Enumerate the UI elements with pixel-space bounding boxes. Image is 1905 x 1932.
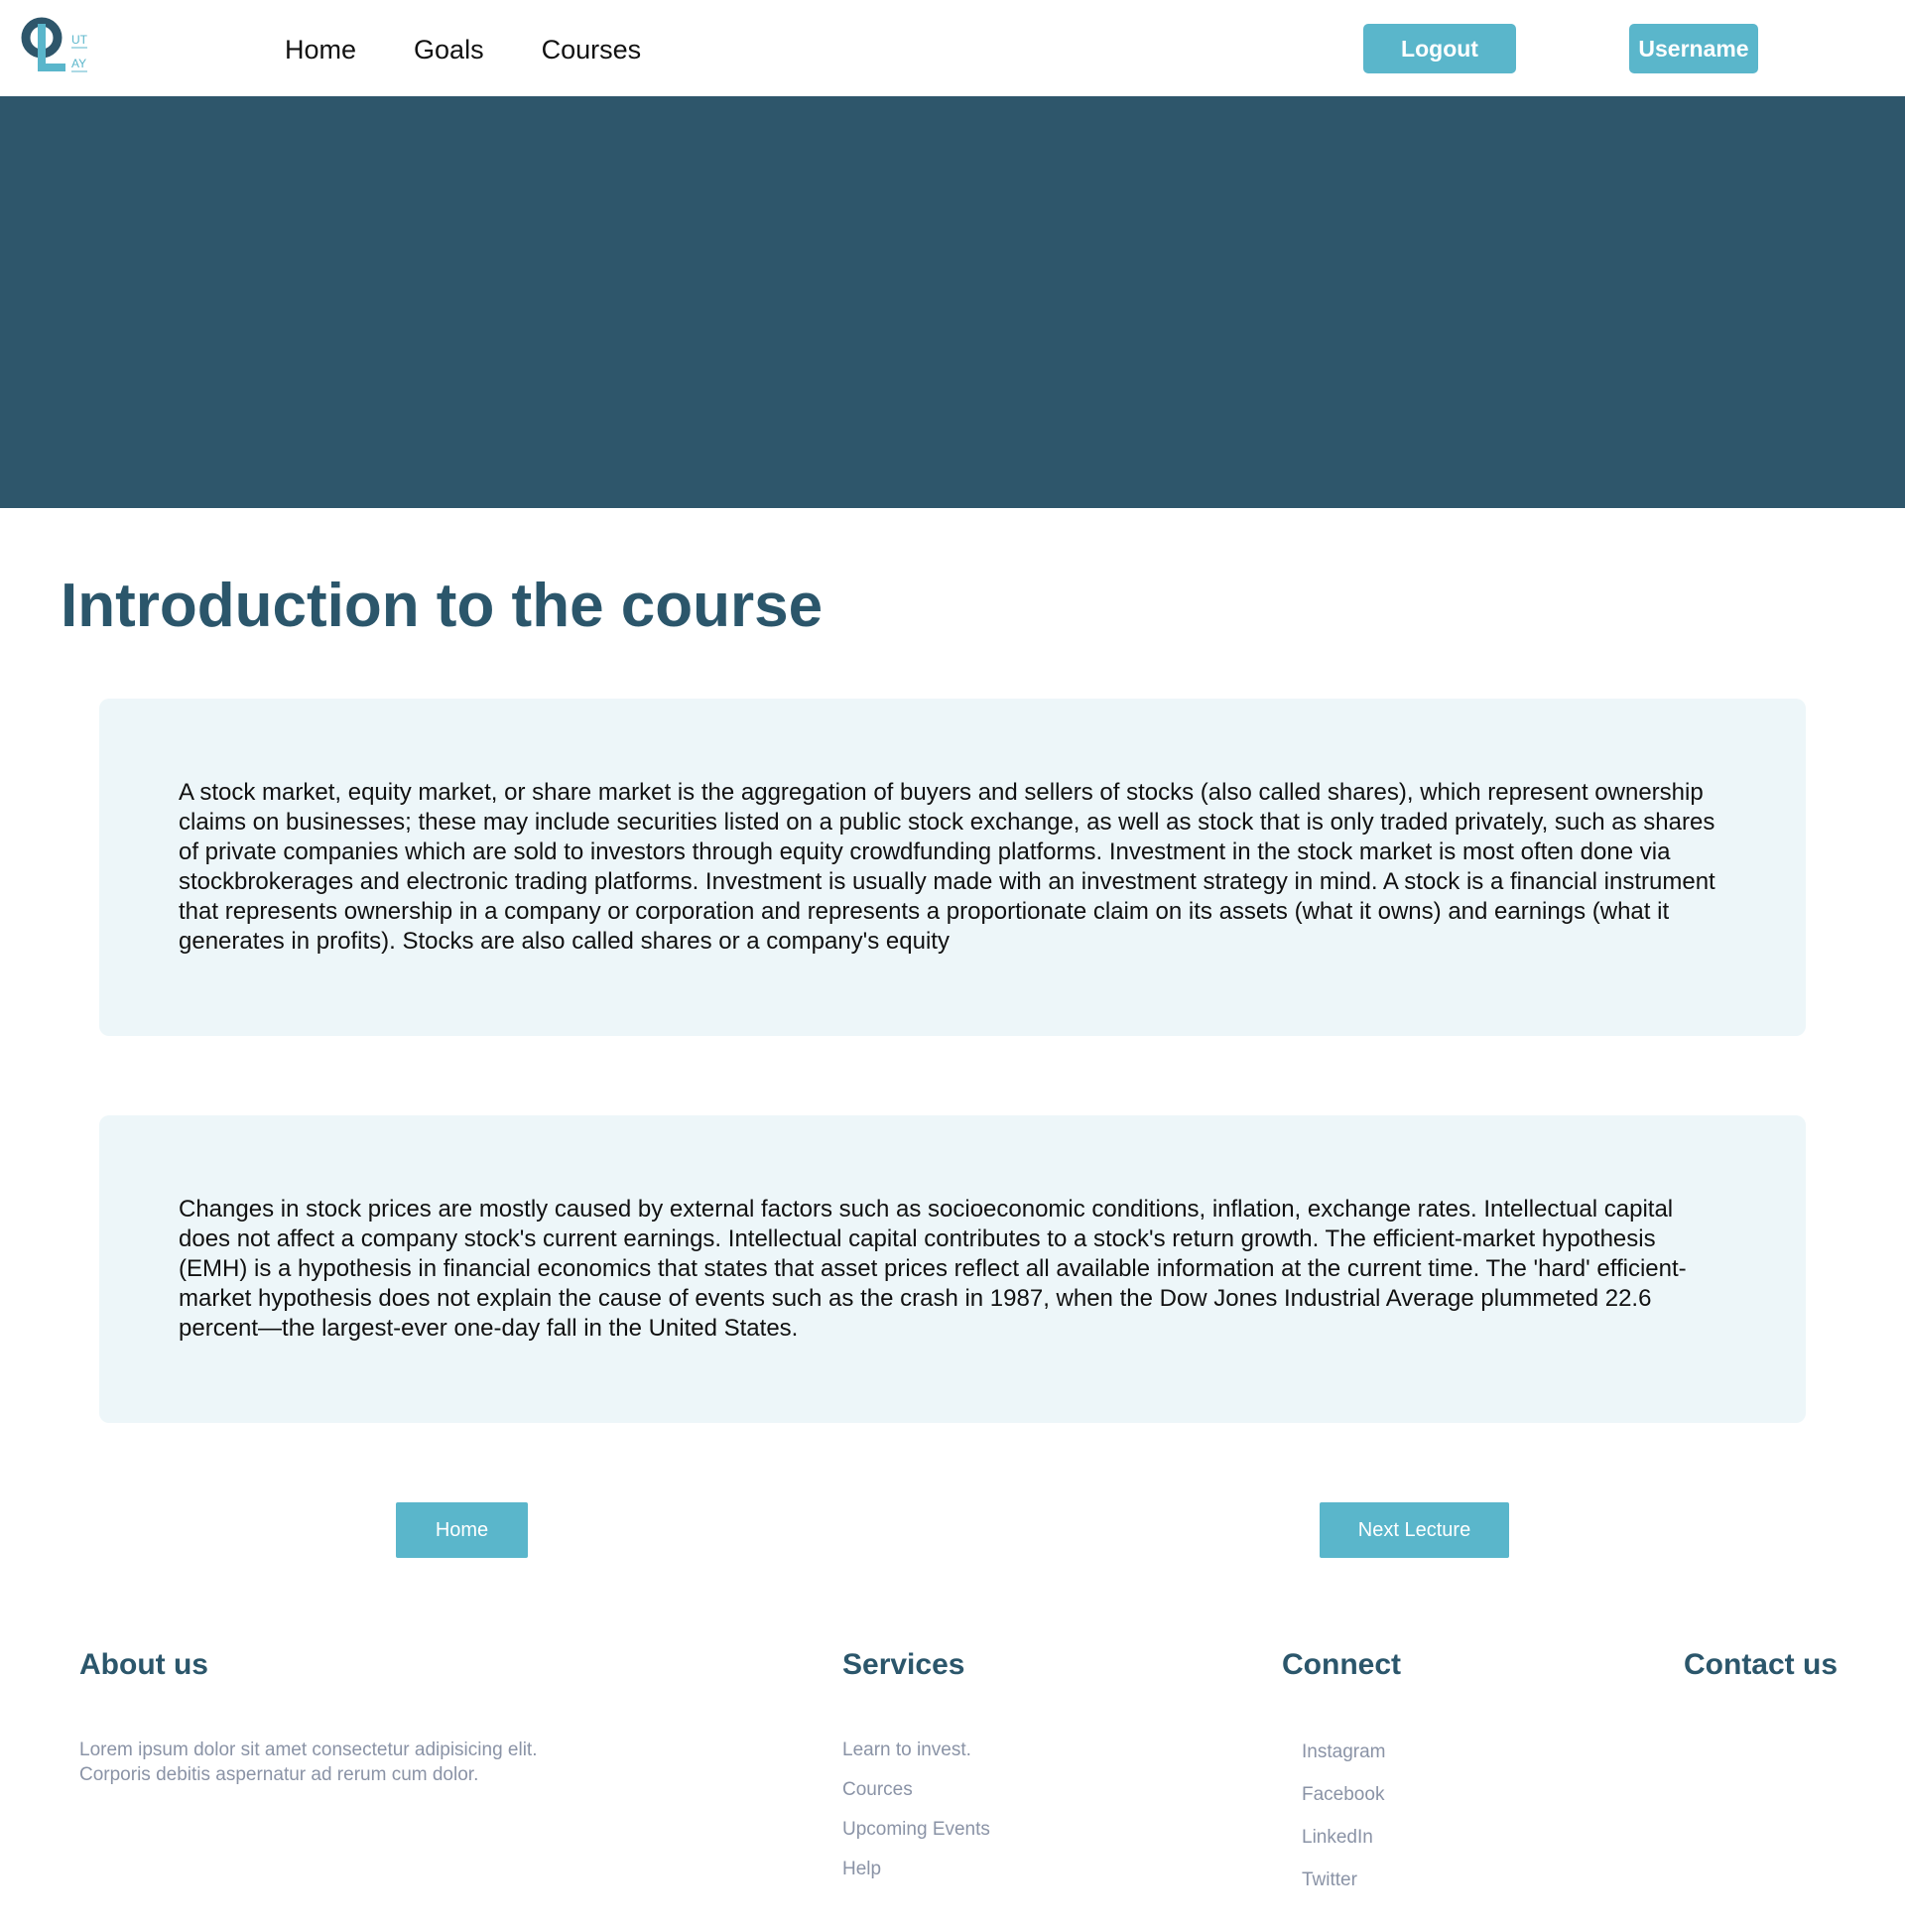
connect-heading: Connect bbox=[1282, 1648, 1401, 1681]
connect-link-facebook[interactable]: Facebook bbox=[1302, 1782, 1385, 1825]
logout-button[interactable]: Logout bbox=[1363, 24, 1516, 73]
nav-home-link[interactable]: Home bbox=[285, 32, 356, 67]
about-heading: About us bbox=[79, 1648, 208, 1681]
services-link-events[interactable]: Upcoming Events bbox=[842, 1817, 990, 1857]
content-card: Changes in stock prices are mostly cause… bbox=[99, 1115, 1806, 1423]
connect-link-linkedin[interactable]: LinkedIn bbox=[1302, 1825, 1385, 1868]
username-button[interactable]: Username bbox=[1629, 24, 1758, 73]
services-link-courses[interactable]: Cources bbox=[842, 1777, 990, 1817]
home-button[interactable]: Home bbox=[396, 1502, 528, 1558]
services-heading: Services bbox=[842, 1648, 965, 1681]
services-link-learn[interactable]: Learn to invest. bbox=[842, 1738, 990, 1777]
content-card: A stock market, equity market, or share … bbox=[99, 699, 1806, 1036]
connect-list: Instagram Facebook LinkedIn Twitter bbox=[1302, 1739, 1385, 1910]
logo-letters-top: UT bbox=[71, 33, 88, 47]
nav-goals-link[interactable]: Goals bbox=[414, 32, 484, 67]
connect-link-twitter[interactable]: Twitter bbox=[1302, 1868, 1385, 1910]
main-nav: Home Goals Courses bbox=[285, 32, 641, 67]
page-title: Introduction to the course bbox=[61, 572, 824, 640]
services-link-help[interactable]: Help bbox=[842, 1857, 990, 1896]
about-text: Lorem ipsum dolor sit amet consectetur a… bbox=[79, 1739, 538, 1785]
services-list: Learn to invest. Cources Upcoming Events… bbox=[842, 1738, 990, 1896]
nav-courses-link[interactable]: Courses bbox=[542, 32, 642, 67]
content-paragraph: A stock market, equity market, or share … bbox=[179, 779, 1715, 955]
next-lecture-button[interactable]: Next Lecture bbox=[1320, 1502, 1509, 1558]
site-header: UT AY Home Goals Courses Logout Username bbox=[0, 0, 1905, 96]
connect-link-instagram[interactable]: Instagram bbox=[1302, 1739, 1385, 1782]
logo-icon[interactable]: UT AY bbox=[20, 16, 95, 75]
hero-banner bbox=[0, 96, 1905, 508]
contact-heading: Contact us bbox=[1684, 1648, 1839, 1681]
logo-letters-bottom: AY bbox=[71, 57, 86, 70]
content-paragraph: Changes in stock prices are mostly cause… bbox=[179, 1196, 1687, 1342]
